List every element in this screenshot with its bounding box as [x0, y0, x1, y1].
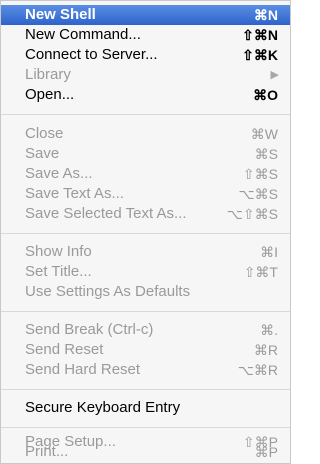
- menu-item-label: Send Break (Ctrl-c): [25, 321, 154, 338]
- shortcut-label: ⌘O: [253, 87, 278, 103]
- shortcut-label: ⌘W: [250, 126, 278, 142]
- menu-item-label: Save Text As...: [25, 185, 124, 202]
- menu-item-library[interactable]: Library ▶: [1, 65, 290, 85]
- menu-item-set-title[interactable]: Set Title... ⇧⌘T: [1, 262, 290, 282]
- menu-separator: [1, 311, 290, 312]
- shortcut-label: ⌘N: [253, 7, 278, 23]
- shortcut-label: ⌘P: [254, 444, 278, 460]
- menu-item-label: Save As...: [25, 165, 93, 182]
- menu-item-label: New Command...: [25, 26, 141, 43]
- menu-item-label: Set Title...: [25, 263, 92, 280]
- menu-separator: [1, 233, 290, 234]
- menu-item-label: Close: [25, 125, 64, 142]
- menu-item-label: Print...: [25, 443, 69, 460]
- menu-item-label: Save: [25, 145, 60, 162]
- menu-item-new-shell[interactable]: New Shell ⌘N: [1, 5, 290, 25]
- menu-separator: [1, 389, 290, 390]
- menu-item-save-as[interactable]: Save As... ⇧⌘S: [1, 164, 290, 184]
- menu-item-label: Show Info: [25, 243, 92, 260]
- menu-item-secure-keyboard-entry[interactable]: Secure Keyboard Entry: [1, 398, 290, 418]
- file-menu: New Shell ⌘N New Command... ⇧⌘N Connect …: [0, 0, 291, 464]
- shortcut-label: ⇧⌘S: [242, 166, 278, 182]
- menu-item-connect-to-server[interactable]: Connect to Server... ⇧⌘K: [1, 45, 290, 65]
- shortcut-label: ⌘S: [254, 146, 278, 162]
- shortcut-label: ⇧⌘N: [242, 27, 278, 43]
- menu-item-label: Open...: [25, 86, 75, 103]
- menu-item-send-reset[interactable]: Send Reset ⌘R: [1, 340, 290, 360]
- menu-item-label: Save Selected Text As...: [25, 205, 187, 222]
- menu-item-save[interactable]: Save ⌘S: [1, 144, 290, 164]
- menu-item-label: Send Hard Reset: [25, 361, 141, 378]
- menu-item-send-break[interactable]: Send Break (Ctrl-c) ⌘.: [1, 320, 290, 340]
- menu-item-new-command[interactable]: New Command... ⇧⌘N: [1, 25, 290, 45]
- menu-item-save-text-as[interactable]: Save Text As... ⌥⌘S: [1, 184, 290, 204]
- menu-item-label: Use Settings As Defaults: [25, 283, 191, 300]
- shortcut-label: ⇧⌘K: [242, 47, 278, 63]
- menu-item-label: Send Reset: [25, 341, 104, 358]
- shortcut-label: ⌘I: [260, 244, 278, 260]
- menu-item-label: Secure Keyboard Entry: [25, 399, 181, 416]
- shortcut-label: ⌥⌘S: [238, 186, 278, 202]
- shortcut-label: ⇧⌘T: [243, 264, 278, 280]
- menu-item-use-settings-as-defaults[interactable]: Use Settings As Defaults: [1, 282, 290, 302]
- shortcut-label: ⌘.: [260, 322, 278, 338]
- menu-item-send-hard-reset[interactable]: Send Hard Reset ⌥⌘R: [1, 360, 290, 380]
- shortcut-label: ⌥⇧⌘S: [226, 206, 278, 222]
- menu-item-close[interactable]: Close ⌘W: [1, 124, 290, 144]
- shortcut-label: ⌘R: [253, 342, 278, 358]
- menu-item-label: Connect to Server...: [25, 46, 158, 63]
- menu-item-show-info[interactable]: Show Info ⌘I: [1, 242, 290, 262]
- submenu-arrow-icon: ▶: [270, 69, 279, 81]
- menu-item-label: Library: [25, 66, 71, 83]
- menu-item-save-selected-text-as[interactable]: Save Selected Text As... ⌥⇧⌘S: [1, 204, 290, 224]
- menu-separator: [1, 114, 290, 115]
- menu-item-label: New Shell: [25, 6, 96, 23]
- menu-item-print[interactable]: Print... ⌘P: [1, 442, 290, 462]
- menu-item-open[interactable]: Open... ⌘O: [1, 85, 290, 105]
- menu-separator: [1, 427, 290, 428]
- shortcut-label: ⌥⌘R: [237, 362, 278, 378]
